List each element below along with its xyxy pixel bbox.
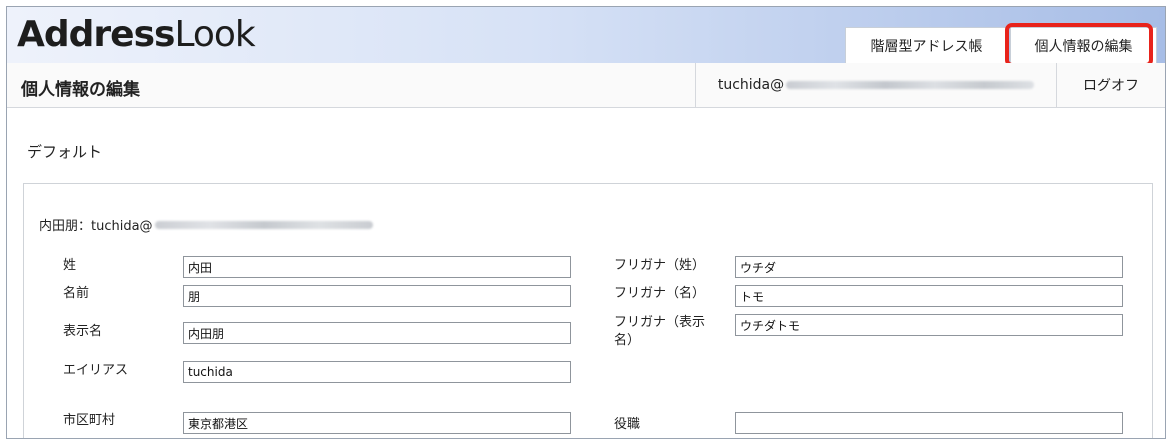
alias-label: エイリアス [63, 363, 129, 378]
city-input[interactable] [183, 412, 571, 434]
identity-prefix: 内田朋：tuchida@ [39, 219, 153, 234]
signed-in-user: tuchida@ [695, 63, 1057, 107]
app-logo: AddressLook [17, 14, 256, 55]
job-title-label: 役職 [614, 417, 641, 432]
first-name-label: 名前 [63, 286, 90, 301]
identity-line: 内田朋：tuchida@ [39, 215, 373, 234]
blurred-email-domain [786, 81, 1035, 89]
user-email-prefix: tuchida@ [717, 77, 785, 93]
first-name-input[interactable] [183, 285, 571, 307]
furigana-display-label-line1: フリガナ（表示 [614, 315, 706, 330]
tab-edit-personal-info[interactable]: 個人情報の編集 [1010, 27, 1157, 63]
last-name-label: 姓 [63, 258, 77, 273]
furigana-display-label: フリガナ（表示 名） [614, 314, 705, 350]
furigana-first-label: フリガナ（名） [614, 286, 706, 301]
page-title: 個人情報の編集 [21, 80, 140, 100]
section-title: デフォルト [27, 143, 103, 161]
blurred-identity-domain [154, 220, 373, 229]
alias-input[interactable] [183, 361, 571, 383]
job-title-input[interactable] [735, 412, 1123, 434]
last-name-input[interactable] [183, 256, 571, 278]
logoff-link[interactable]: ログオフ [1057, 63, 1165, 107]
logo-light-text: Look [174, 14, 255, 55]
furigana-first-input[interactable] [735, 285, 1123, 307]
furigana-last-label: フリガナ（姓） [614, 258, 706, 273]
tab-hierarchical-address-book[interactable]: 階層型アドレス帳 [845, 27, 1008, 63]
top-bar: AddressLook 階層型アドレス帳 個人情報の編集 [7, 7, 1165, 67]
display-name-input[interactable] [183, 322, 571, 344]
sub-header: 個人情報の編集 tuchida@ ログオフ [7, 63, 1165, 108]
city-label: 市区町村 [63, 413, 116, 428]
furigana-display-label-line2: 名） [614, 333, 641, 348]
display-name-label: 表示名 [63, 324, 103, 339]
logo-bold-text: Address [17, 14, 175, 55]
furigana-display-input[interactable] [735, 314, 1123, 336]
furigana-last-input[interactable] [735, 256, 1123, 278]
app-window: AddressLook 階層型アドレス帳 個人情報の編集 個人情報の編集 tuc… [6, 6, 1166, 439]
